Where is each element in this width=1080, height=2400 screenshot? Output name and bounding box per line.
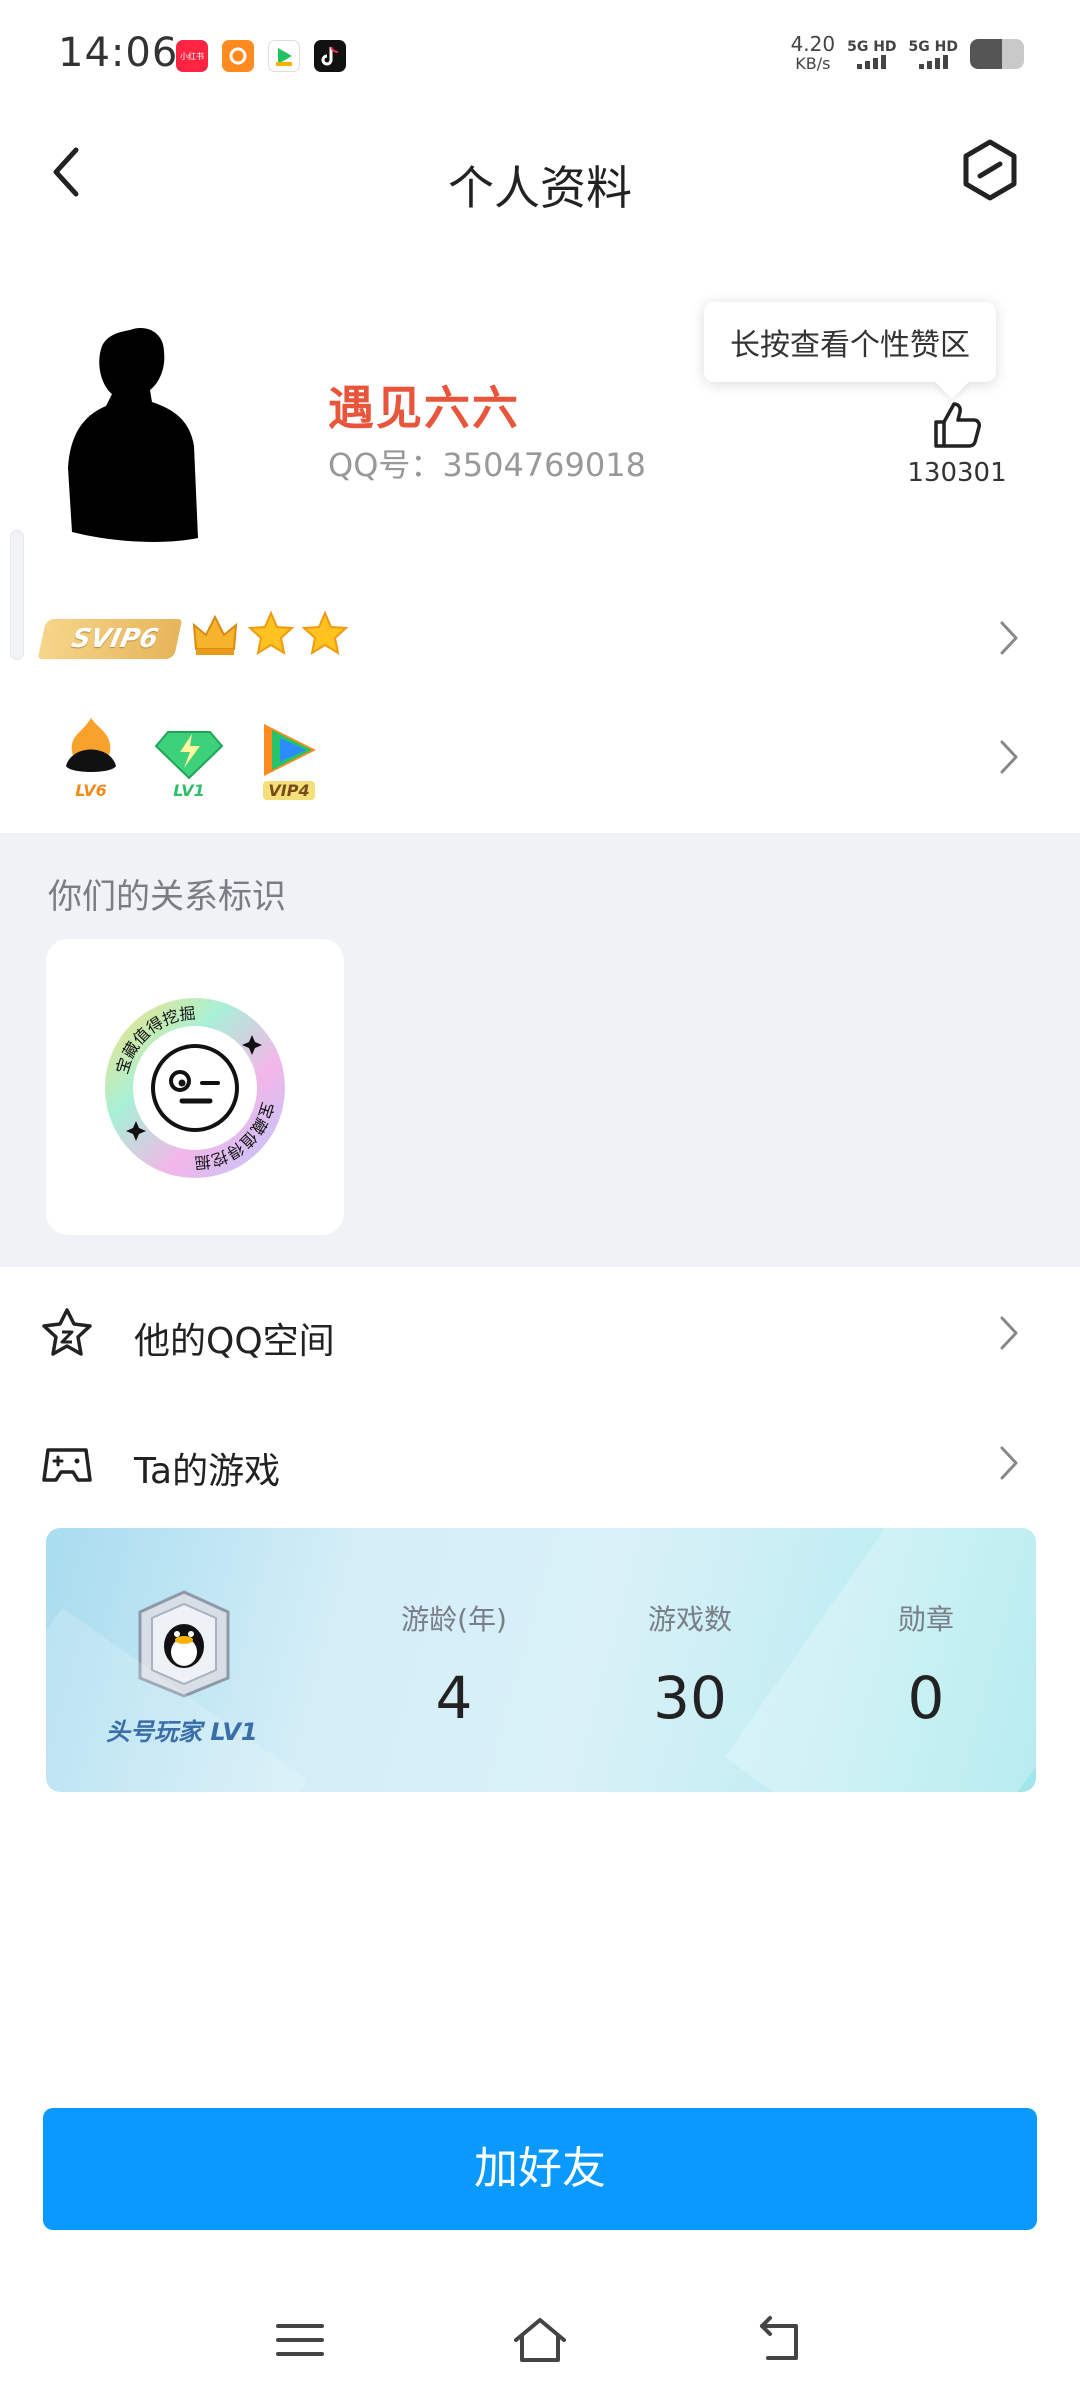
relation-section: 你们的关系标识 宝藏值得挖掘 宝藏值得挖掘 xyxy=(0,833,1080,1267)
profile-name: 遇见六六 xyxy=(328,381,520,435)
qq-level-text: LV6 xyxy=(75,781,107,800)
qq-level-badge: LV6 xyxy=(52,714,130,802)
qzone-entry[interactable]: 他的QQ空间 xyxy=(0,1268,1080,1396)
signal-1: 5G HD xyxy=(847,39,897,69)
like-tooltip: 长按查看个性赞区 xyxy=(704,302,996,382)
chevron-right-icon xyxy=(1000,1316,1018,1350)
like-button[interactable]: 130301 xyxy=(892,398,1022,488)
player-level: 头号玩家 LV1 xyxy=(106,1718,258,1746)
signal-bars-icon xyxy=(909,55,958,69)
qzone-label: 他的QQ空间 xyxy=(134,1321,335,1362)
gamepad-icon xyxy=(42,1448,92,1482)
game-stats-card[interactable]: 头号玩家 LV1 游龄(年) 4 游戏数 30 勋章 0 xyxy=(46,1528,1036,1792)
network-speed: 4.20 KB/s xyxy=(791,34,836,74)
stat-value: 30 xyxy=(653,1664,727,1732)
svip-badge: SVIP6 xyxy=(37,619,182,659)
stat-game-count: 游戏数 30 xyxy=(600,1598,780,1732)
diamond-icon xyxy=(154,731,224,780)
home-icon[interactable] xyxy=(510,2310,570,2370)
stat-medals: 勋章 0 xyxy=(836,1598,1016,1732)
star-icon xyxy=(247,610,295,656)
thumbs-up-icon xyxy=(934,402,981,448)
chevron-right-icon xyxy=(1000,1446,1018,1480)
add-friend-button[interactable]: 加好友 xyxy=(43,2108,1037,2230)
star-icon xyxy=(301,610,349,656)
diamond-level-text: LV1 xyxy=(173,781,205,800)
stat-label: 游龄(年) xyxy=(401,1603,507,1636)
crown-icon xyxy=(192,614,238,655)
relation-card[interactable]: 宝藏值得挖掘 宝藏值得挖掘 xyxy=(46,939,344,1235)
video-play-icon xyxy=(264,724,316,776)
nav-bar: 个人资料 xyxy=(0,112,1080,252)
avatar[interactable] xyxy=(60,318,210,548)
tiktok-icon xyxy=(314,40,346,72)
video-vip-text: VIP4 xyxy=(263,781,315,800)
app-green-icon xyxy=(268,40,300,72)
app-orange-icon xyxy=(222,40,254,72)
status-time: 14:06 xyxy=(58,30,179,76)
status-indicators: 4.20 KB/s 5G HD 5G HD xyxy=(791,34,1024,74)
battery-icon xyxy=(970,39,1024,69)
notification-app-icons: 小红书 xyxy=(176,40,346,72)
like-count: 130301 xyxy=(907,458,1007,488)
signal-1-label: 5G HD xyxy=(847,39,897,55)
xiaohongshu-icon-text: 小红书 xyxy=(180,51,204,61)
green-diamond-badge: LV1 xyxy=(150,714,228,802)
games-entry[interactable]: Ta的游戏 xyxy=(0,1398,1080,1526)
chevron-right-icon xyxy=(1000,740,1018,774)
signal-bars-icon xyxy=(847,55,896,69)
more-settings-icon[interactable] xyxy=(952,132,1028,208)
qq-number[interactable]: QQ号：3504769018 xyxy=(328,440,646,486)
xiaohongshu-icon: 小红书 xyxy=(176,40,208,72)
relation-title: 你们的关系标识 xyxy=(48,877,286,917)
stat-value: 0 xyxy=(907,1664,945,1732)
menu-icon[interactable] xyxy=(270,2310,330,2370)
relation-emblem-icon: 宝藏值得挖掘 宝藏值得挖掘 xyxy=(105,998,285,1178)
system-nav-bar xyxy=(0,2290,1080,2400)
player-badge-icon xyxy=(138,1590,230,1698)
video-vip-badge: VIP4 xyxy=(250,714,328,802)
flame-level-icon xyxy=(66,718,116,772)
network-speed-unit: KB/s xyxy=(795,54,831,73)
stat-label: 游戏数 xyxy=(647,1603,732,1636)
chevron-right-icon xyxy=(1000,621,1018,655)
page-title: 个人资料 xyxy=(448,161,632,215)
signal-2-label: 5G HD xyxy=(908,39,958,55)
status-bar: 14:06 小红书 4.20 KB/s 5G HD 5G HD xyxy=(0,0,1080,112)
stat-value: 4 xyxy=(435,1664,473,1732)
signal-2: 5G HD xyxy=(909,39,958,69)
network-speed-value: 4.20 xyxy=(790,32,836,56)
battery-level xyxy=(970,39,1003,69)
stat-game-age: 游龄(年) 4 xyxy=(364,1598,544,1732)
level-badge-row[interactable]: LV6 LV1 VIP4 xyxy=(0,702,1080,812)
vip-badge-row[interactable]: SVIP6 xyxy=(0,583,1080,693)
stat-label: 勋章 xyxy=(897,1603,954,1636)
qzone-star-icon xyxy=(42,1308,92,1356)
games-label: Ta的游戏 xyxy=(134,1451,281,1492)
back-icon[interactable] xyxy=(752,2310,812,2370)
